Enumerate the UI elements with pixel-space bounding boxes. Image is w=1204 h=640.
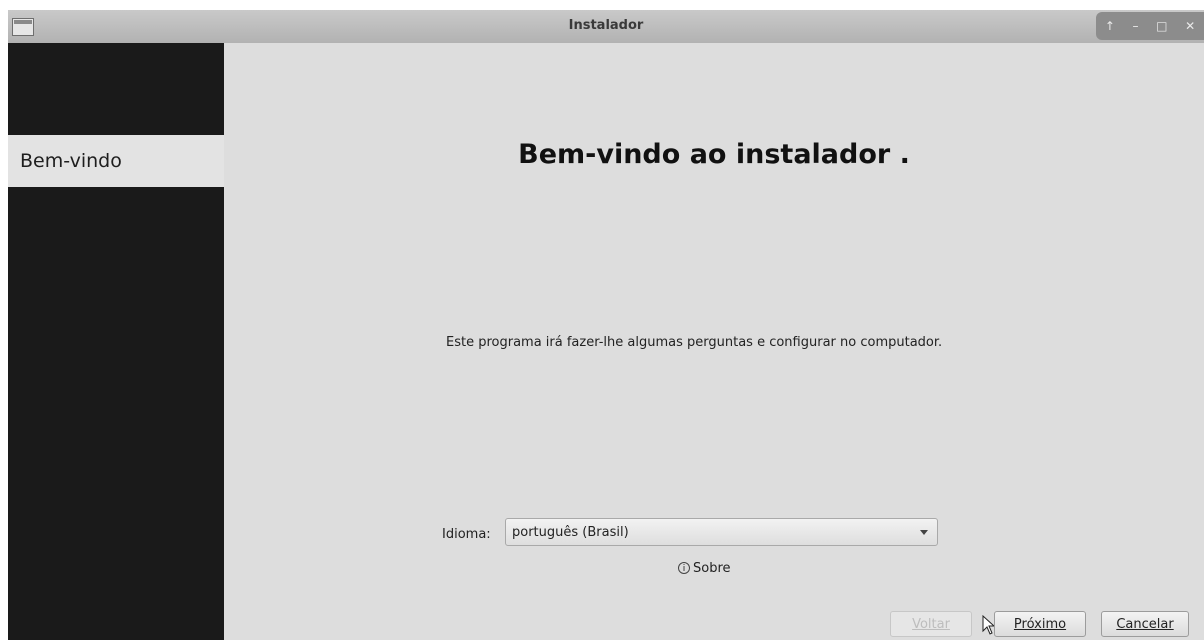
keep-above-icon[interactable]: ↑ <box>1105 19 1115 33</box>
cancel-button[interactable]: Cancelar <box>1101 611 1189 637</box>
main-panel: Bem-vindo ao instalador . Este programa … <box>224 43 1204 640</box>
page-title: Bem-vindo ao instalador . <box>518 139 910 170</box>
language-value: português (Brasil) <box>512 525 629 540</box>
language-label: Idioma: <box>442 527 491 542</box>
minimize-icon[interactable]: – <box>1133 19 1139 33</box>
description-text: Este programa irá fazer-lhe algumas perg… <box>446 335 943 350</box>
title-bar[interactable]: Instalador ↑ – □ ✕ <box>8 10 1204 44</box>
window-controls: ↑ – □ ✕ <box>1096 12 1204 40</box>
back-button[interactable]: Voltar <box>890 611 972 637</box>
language-select[interactable]: português (Brasil) <box>505 518 938 546</box>
sidebar-item-label: Bem-vindo <box>20 150 122 172</box>
sidebar: Bem-vindo <box>8 43 224 640</box>
window-title: Instalador <box>568 18 644 33</box>
installer-window: Instalador ↑ – □ ✕ Bem-vindo Bem-vindo a… <box>8 10 1204 640</box>
sidebar-item-welcome[interactable]: Bem-vindo <box>8 135 224 187</box>
about-button[interactable]: i Sobre <box>678 557 731 579</box>
info-icon: i <box>678 562 690 574</box>
next-button[interactable]: Próximo <box>994 611 1086 637</box>
about-label: Sobre <box>693 560 731 576</box>
chevron-down-icon <box>920 530 928 535</box>
close-icon[interactable]: ✕ <box>1185 19 1195 33</box>
maximize-icon[interactable]: □ <box>1156 19 1167 33</box>
